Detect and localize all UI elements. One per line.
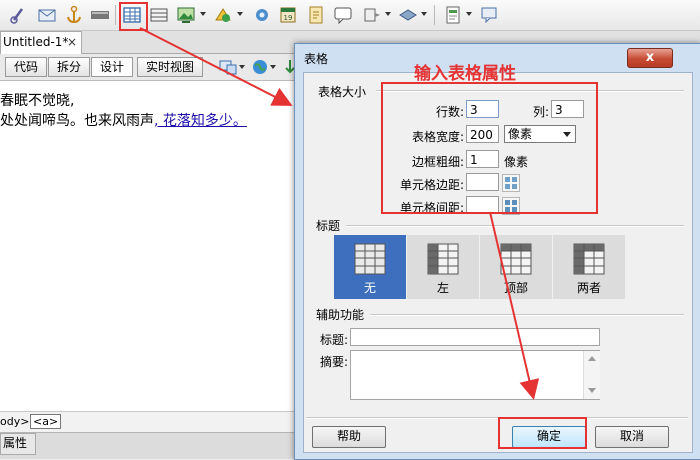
- arrow-to-ok-button: [489, 211, 540, 400]
- arrow-to-dialog: [139, 27, 293, 106]
- annotation-arrows: [139, 27, 540, 400]
